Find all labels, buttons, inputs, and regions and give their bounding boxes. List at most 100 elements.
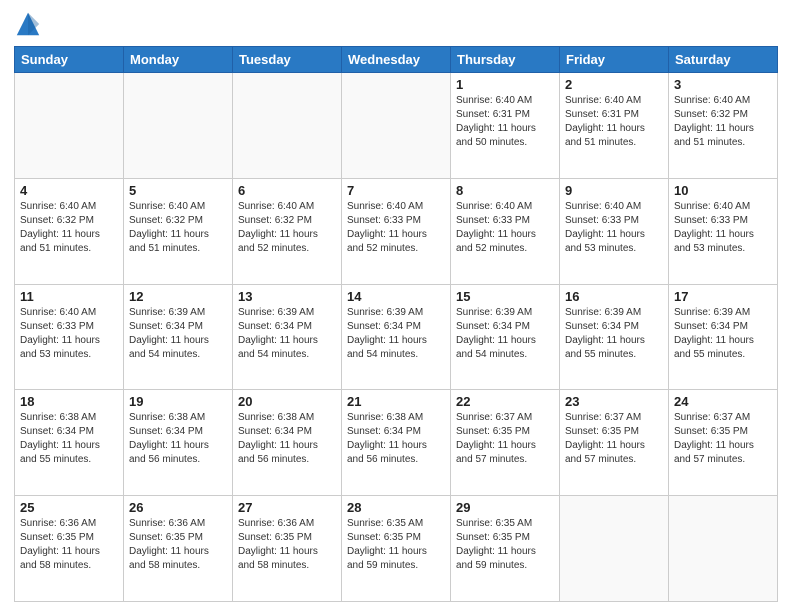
day-info: Sunrise: 6:40 AM Sunset: 6:33 PM Dayligh…	[674, 200, 772, 256]
day-info: Sunrise: 6:39 AM Sunset: 6:34 PM Dayligh…	[129, 306, 227, 362]
calendar-cell: 6 Sunrise: 6:40 AM Sunset: 6:32 PM Daylig…	[233, 178, 342, 284]
day-number: 13	[238, 289, 336, 304]
col-tuesday: Tuesday	[233, 47, 342, 73]
col-monday: Monday	[124, 47, 233, 73]
day-info: Sunrise: 6:36 AM Sunset: 6:35 PM Dayligh…	[238, 517, 336, 573]
calendar-cell: 1 Sunrise: 6:40 AM Sunset: 6:31 PM Daylig…	[451, 73, 560, 179]
calendar-cell: 8 Sunrise: 6:40 AM Sunset: 6:33 PM Daylig…	[451, 178, 560, 284]
day-number: 15	[456, 289, 554, 304]
day-info: Sunrise: 6:37 AM Sunset: 6:35 PM Dayligh…	[674, 411, 772, 467]
calendar-cell	[669, 496, 778, 602]
calendar-cell: 5 Sunrise: 6:40 AM Sunset: 6:32 PM Daylig…	[124, 178, 233, 284]
calendar-cell: 14 Sunrise: 6:39 AM Sunset: 6:34 PM Dayli…	[342, 284, 451, 390]
col-wednesday: Wednesday	[342, 47, 451, 73]
calendar-cell	[342, 73, 451, 179]
day-number: 1	[456, 77, 554, 92]
calendar-cell: 2Sunrise: 6:40 AM Sunset: 6:31 PM Daylig…	[560, 73, 669, 179]
day-number: 19	[129, 394, 227, 409]
day-info: Sunrise: 6:37 AM Sunset: 6:35 PM Dayligh…	[565, 411, 663, 467]
week-row-2: 4 Sunrise: 6:40 AM Sunset: 6:32 PM Daylig…	[15, 178, 778, 284]
day-number: 10	[674, 183, 772, 198]
day-info: Sunrise: 6:36 AM Sunset: 6:35 PM Dayligh…	[129, 517, 227, 573]
day-info: Sunrise: 6:39 AM Sunset: 6:34 PM Dayligh…	[238, 306, 336, 362]
day-number: 6	[238, 183, 336, 198]
week-row-1: 1 Sunrise: 6:40 AM Sunset: 6:31 PM Daylig…	[15, 73, 778, 179]
day-number: 8	[456, 183, 554, 198]
calendar-table: Sunday Monday Tuesday Wednesday Thursday…	[14, 46, 778, 602]
calendar-cell: 29 Sunrise: 6:35 AM Sunset: 6:35 PM Dayli…	[451, 496, 560, 602]
calendar-cell: 16 Sunrise: 6:39 AM Sunset: 6:34 PM Dayli…	[560, 284, 669, 390]
day-number: 5	[129, 183, 227, 198]
day-info: Sunrise: 6:39 AM Sunset: 6:34 PM Dayligh…	[347, 306, 445, 362]
day-number: 23	[565, 394, 663, 409]
calendar-cell	[15, 73, 124, 179]
calendar-cell: 9 Sunrise: 6:40 AM Sunset: 6:33 PM Daylig…	[560, 178, 669, 284]
calendar-cell: 25 Sunrise: 6:36 AM Sunset: 6:35 PM Dayli…	[15, 496, 124, 602]
calendar-cell: 10 Sunrise: 6:40 AM Sunset: 6:33 PM Dayli…	[669, 178, 778, 284]
calendar-cell: 19 Sunrise: 6:38 AM Sunset: 6:34 PM Dayli…	[124, 390, 233, 496]
days-header-row: Sunday Monday Tuesday Wednesday Thursday…	[15, 47, 778, 73]
day-number: 14	[347, 289, 445, 304]
day-info: Sunrise: 6:39 AM Sunset: 6:34 PM Dayligh…	[456, 306, 554, 362]
day-number: 22	[456, 394, 554, 409]
calendar-cell: 26 Sunrise: 6:36 AM Sunset: 6:35 PM Dayli…	[124, 496, 233, 602]
day-info: Sunrise: 6:39 AM Sunset: 6:34 PM Dayligh…	[565, 306, 663, 362]
col-sunday: Sunday	[15, 47, 124, 73]
day-info: Sunrise: 6:40 AM Sunset: 6:32 PM Dayligh…	[238, 200, 336, 256]
day-info: Sunrise: 6:35 AM Sunset: 6:35 PM Dayligh…	[456, 517, 554, 573]
day-info: Sunrise: 6:37 AM Sunset: 6:35 PM Dayligh…	[456, 411, 554, 467]
day-number: 17	[674, 289, 772, 304]
day-info: Sunrise: 6:40 AM Sunset: 6:32 PM Dayligh…	[20, 200, 118, 256]
day-number: 26	[129, 500, 227, 515]
calendar-cell: 20 Sunrise: 6:38 AM Sunset: 6:34 PM Dayli…	[233, 390, 342, 496]
day-info: Sunrise: 6:40 AM Sunset: 6:33 PM Dayligh…	[347, 200, 445, 256]
header	[14, 10, 778, 38]
day-number: 25	[20, 500, 118, 515]
day-number: 2	[565, 77, 663, 92]
day-number: 3	[674, 77, 772, 92]
day-number: 20	[238, 394, 336, 409]
logo	[14, 10, 46, 38]
week-row-4: 18 Sunrise: 6:38 AM Sunset: 6:34 PM Dayli…	[15, 390, 778, 496]
day-number: 29	[456, 500, 554, 515]
day-info: Sunrise: 6:38 AM Sunset: 6:34 PM Dayligh…	[20, 411, 118, 467]
calendar-cell	[124, 73, 233, 179]
calendar-cell: 12 Sunrise: 6:39 AM Sunset: 6:34 PM Dayli…	[124, 284, 233, 390]
calendar-cell: 23 Sunrise: 6:37 AM Sunset: 6:35 PM Dayli…	[560, 390, 669, 496]
page: Sunday Monday Tuesday Wednesday Thursday…	[0, 0, 792, 612]
day-info: Sunrise: 6:40 AM Sunset: 6:31 PM Dayligh…	[456, 94, 554, 150]
calendar-cell: 15 Sunrise: 6:39 AM Sunset: 6:34 PM Dayli…	[451, 284, 560, 390]
calendar-cell: 24 Sunrise: 6:37 AM Sunset: 6:35 PM Dayli…	[669, 390, 778, 496]
day-number: 4	[20, 183, 118, 198]
calendar-cell: 28 Sunrise: 6:35 AM Sunset: 6:35 PM Dayli…	[342, 496, 451, 602]
day-number: 11	[20, 289, 118, 304]
day-info: Sunrise: 6:40 AM Sunset: 6:32 PM Dayligh…	[674, 94, 772, 150]
day-info: Sunrise: 6:35 AM Sunset: 6:35 PM Dayligh…	[347, 517, 445, 573]
day-number: 28	[347, 500, 445, 515]
calendar-cell: 4 Sunrise: 6:40 AM Sunset: 6:32 PM Daylig…	[15, 178, 124, 284]
day-info: Sunrise: 6:40 AM Sunset: 6:32 PM Dayligh…	[129, 200, 227, 256]
week-row-5: 25 Sunrise: 6:36 AM Sunset: 6:35 PM Dayli…	[15, 496, 778, 602]
day-info: Sunrise: 6:36 AM Sunset: 6:35 PM Dayligh…	[20, 517, 118, 573]
col-thursday: Thursday	[451, 47, 560, 73]
day-number: 24	[674, 394, 772, 409]
calendar-cell: 11Sunrise: 6:40 AM Sunset: 6:33 PM Dayli…	[15, 284, 124, 390]
col-friday: Friday	[560, 47, 669, 73]
day-number: 7	[347, 183, 445, 198]
day-info: Sunrise: 6:38 AM Sunset: 6:34 PM Dayligh…	[238, 411, 336, 467]
day-info: Sunrise: 6:40 AM Sunset: 6:33 PM Dayligh…	[456, 200, 554, 256]
day-number: 27	[238, 500, 336, 515]
calendar-cell: 13 Sunrise: 6:39 AM Sunset: 6:34 PM Dayli…	[233, 284, 342, 390]
day-number: 18	[20, 394, 118, 409]
day-info: Sunrise: 6:38 AM Sunset: 6:34 PM Dayligh…	[129, 411, 227, 467]
calendar-cell: 27 Sunrise: 6:36 AM Sunset: 6:35 PM Dayli…	[233, 496, 342, 602]
calendar-cell: 18 Sunrise: 6:38 AM Sunset: 6:34 PM Dayli…	[15, 390, 124, 496]
day-number: 16	[565, 289, 663, 304]
calendar-cell	[233, 73, 342, 179]
calendar-cell: 3 Sunrise: 6:40 AM Sunset: 6:32 PM Daylig…	[669, 73, 778, 179]
day-number: 12	[129, 289, 227, 304]
day-info: Sunrise: 6:40 AM Sunset: 6:33 PM Dayligh…	[565, 200, 663, 256]
day-number: 21	[347, 394, 445, 409]
calendar-cell: 7 Sunrise: 6:40 AM Sunset: 6:33 PM Daylig…	[342, 178, 451, 284]
day-number: 9	[565, 183, 663, 198]
